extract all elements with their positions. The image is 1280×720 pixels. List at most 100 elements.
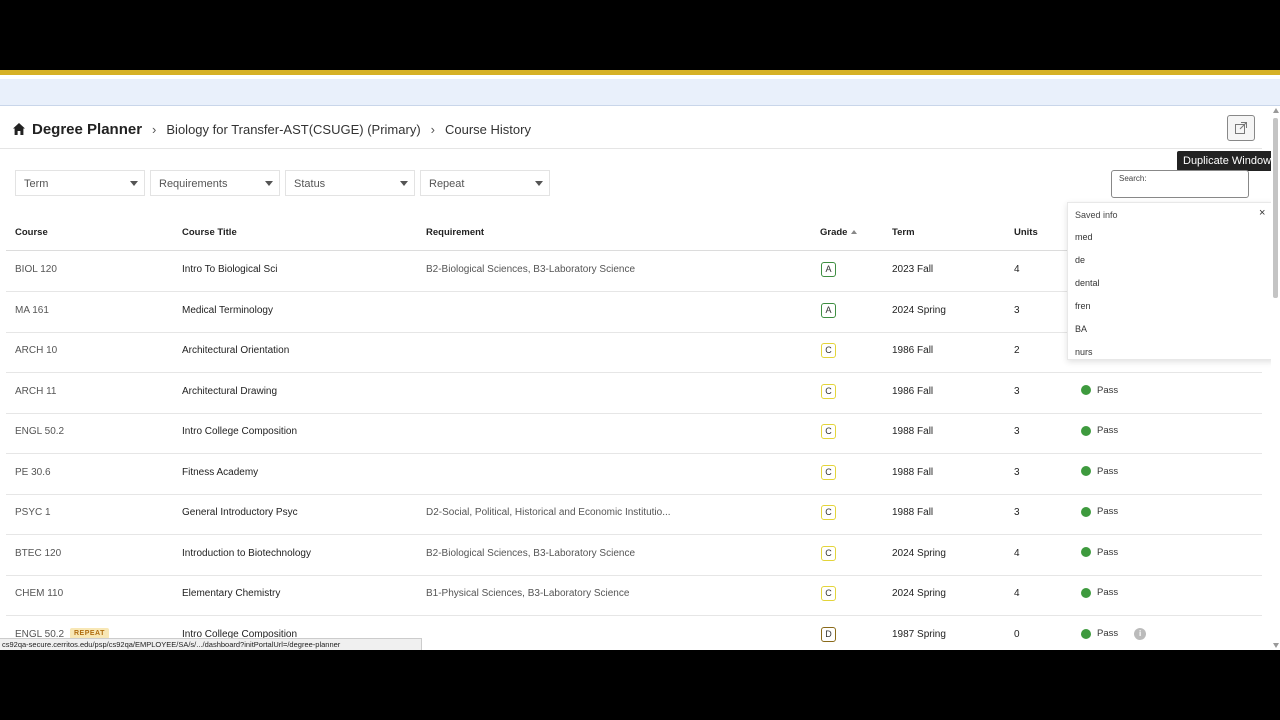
term-filter[interactable]: Term: [15, 170, 145, 196]
term-text: 1986 Fall: [892, 345, 934, 356]
status-text: Pass: [1097, 628, 1119, 639]
scroll-thumb[interactable]: [1273, 118, 1278, 298]
close-icon[interactable]: ×: [1259, 207, 1265, 219]
requirement-text: B2-Biological Sciences, B3-Laboratory Sc…: [426, 264, 635, 275]
requirements-filter[interactable]: Requirements: [150, 170, 280, 196]
requirements-filter-label: Requirements: [159, 178, 228, 190]
term-text: 1987 Spring: [892, 628, 946, 640]
col-header-term[interactable]: Term: [892, 227, 915, 238]
table-row[interactable]: ARCH 11 Architectural Drawing C 1986 Fall 3 P…: [6, 373, 1262, 414]
table-row[interactable]: PE 30.6 Fitness Academy C 1988 Fall 3 Pass: [6, 454, 1262, 495]
saved-info-item[interactable]: fren: [1075, 301, 1091, 311]
term-text: 2024 Spring: [892, 304, 946, 316]
pass-status-dot-icon: [1081, 628, 1091, 639]
browser-status-url: cs92qa-secure.cerritos.edu/psp/cs92qa/EM…: [0, 638, 422, 650]
status-filter-label: Status: [294, 178, 326, 190]
units-text: 3: [1014, 426, 1020, 437]
course-code[interactable]: ARCH 11: [15, 386, 57, 397]
search-box: Search:: [1111, 170, 1249, 198]
top-black-bar: [0, 0, 1280, 70]
header-divider: [0, 148, 1262, 149]
breadcrumb-home[interactable]: Degree Planner: [12, 121, 142, 138]
status-cell: Pass: [1081, 385, 1118, 396]
units-text: 4: [1014, 547, 1020, 559]
saved-info-item[interactable]: de: [1075, 255, 1085, 265]
duplicate-window-button[interactable]: [1227, 115, 1255, 141]
course-title: Architectural Orientation: [182, 345, 290, 356]
units-text: 4: [1014, 588, 1020, 599]
saved-info-dropdown: Saved info × med de dental fren BA nurs: [1067, 202, 1275, 360]
status-cell: Pass: [1081, 547, 1118, 558]
units-text: 2: [1014, 345, 1020, 356]
sort-ascending-icon: [851, 230, 858, 234]
status-cell: Pass i: [1081, 627, 1147, 640]
saved-info-header: Saved info: [1075, 210, 1118, 220]
course-title: Introduction to Biotechnology: [182, 547, 311, 559]
saved-info-item[interactable]: dental: [1075, 278, 1100, 288]
repeat-filter[interactable]: Repeat: [420, 170, 550, 196]
term-text: 2023 Fall: [892, 264, 934, 275]
info-icon[interactable]: i: [1134, 627, 1147, 640]
scroll-up-arrow-icon[interactable]: [1273, 108, 1279, 113]
status-cell: Pass: [1081, 587, 1118, 598]
course-code[interactable]: ENGL 50.2: [15, 426, 64, 437]
col-header-title[interactable]: Course Title: [182, 227, 237, 238]
caret-down-icon: [265, 181, 273, 186]
saved-info-item[interactable]: med: [1075, 232, 1093, 242]
table-row[interactable]: BTEC 120 Introduction to Biotechnology B2-…: [6, 535, 1262, 576]
pass-status-dot-icon: [1081, 547, 1091, 557]
grade-badge: C: [821, 505, 836, 520]
term-text: 1988 Fall: [892, 466, 934, 478]
grade-badge: C: [821, 424, 836, 439]
table-row[interactable]: CHEM 110 Elementary Chemistry B1-Physical …: [6, 575, 1262, 616]
grade-badge: C: [821, 464, 836, 480]
status-text: Pass: [1097, 506, 1119, 517]
saved-info-item[interactable]: BA: [1075, 324, 1087, 334]
pass-status-dot-icon: [1081, 587, 1091, 598]
pass-status-dot-icon: [1081, 466, 1091, 476]
col-header-units[interactable]: Units: [1014, 227, 1038, 238]
units-text: 3: [1014, 304, 1020, 316]
repeat-badge: REPEAT: [70, 627, 109, 639]
course-code[interactable]: BIOL 120: [15, 264, 57, 275]
term-text: 2024 Spring: [892, 588, 946, 599]
saved-info-item[interactable]: nurs: [1075, 347, 1093, 357]
pass-status-dot-icon: [1081, 385, 1091, 395]
term-text: 2024 Spring: [892, 547, 946, 559]
grade-badge: C: [821, 343, 836, 358]
status-text: Pass: [1097, 587, 1119, 598]
requirement-text: B2-Biological Sciences, B3-Laboratory Sc…: [426, 547, 635, 559]
status-text: Pass: [1097, 546, 1119, 558]
course-code[interactable]: ARCH 10: [15, 345, 57, 356]
units-text: 0: [1014, 628, 1020, 640]
course-code[interactable]: CHEM 110: [15, 588, 63, 599]
term-filter-label: Term: [24, 178, 49, 190]
col-header-requirement[interactable]: Requirement: [426, 227, 484, 238]
course-code[interactable]: PSYC 1: [15, 507, 51, 518]
grade-badge: D: [821, 626, 836, 642]
breadcrumb-program[interactable]: Biology for Transfer-AST(CSUGE) (Primary…: [166, 122, 420, 137]
course-title: Intro College Composition: [182, 426, 298, 437]
status-filter[interactable]: Status: [285, 170, 415, 196]
chevron-right-icon: ›: [152, 121, 157, 137]
pass-status-dot-icon: [1081, 506, 1091, 517]
table-row[interactable]: ENGL 50.2 Intro College Composition C 1988 …: [6, 413, 1262, 454]
course-code[interactable]: MA 161: [15, 305, 49, 316]
header-blue-band: [0, 79, 1280, 106]
breadcrumb: Degree Planner › Biology for Transfer-AS…: [12, 118, 531, 140]
grade-badge: A: [821, 262, 836, 277]
col-header-grade[interactable]: Grade: [820, 227, 858, 238]
col-header-course[interactable]: Course: [15, 227, 48, 238]
status-text: Pass: [1097, 425, 1119, 436]
course-title: Architectural Drawing: [182, 385, 278, 397]
bottom-black-bar: [0, 650, 1280, 720]
chevron-right-icon: ›: [430, 121, 435, 137]
scroll-down-arrow-icon[interactable]: [1273, 643, 1279, 648]
course-code[interactable]: BTEC 120: [15, 548, 61, 559]
table-row[interactable]: PSYC 1 General Introductory Psyc D2-Social…: [6, 494, 1262, 535]
caret-down-icon: [400, 181, 408, 186]
grade-badge: C: [821, 545, 836, 561]
search-label: Search:: [1119, 174, 1147, 183]
course-code[interactable]: PE 30.6: [15, 467, 51, 478]
search-input[interactable]: [1118, 184, 1240, 195]
